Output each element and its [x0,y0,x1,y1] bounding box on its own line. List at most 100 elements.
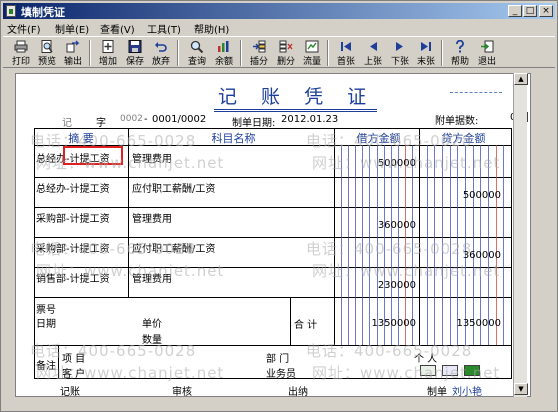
query-button[interactable]: 查询 [185,38,209,67]
money-digit-line [369,145,371,345]
window-title: 填制凭证 [21,6,65,19]
undo-icon [155,42,167,52]
card-icon[interactable] [442,365,458,376]
minimize-button[interactable]: _ [508,5,522,17]
print-label: 打印 [11,57,30,67]
credit-cell[interactable]: 360000 [421,250,501,261]
voucher-heading: 记 账 凭 证 [214,82,378,112]
summary-cell[interactable]: 采购部-计提工资 [36,240,110,255]
bookkeeping-label: 记账 [60,387,80,398]
menu-help[interactable]: 帮助(H) [194,21,229,36]
subject-cell[interactable]: 管理费用 [132,270,172,285]
credit-cell[interactable]: 500000 [421,190,501,201]
prepared-label: 制单 [427,387,447,398]
toolbar-separator [177,40,179,66]
menu-bar: 文件(F) 制单(E) 查看(V) 工具(T) 帮助(H) [3,20,555,36]
debit-cell[interactable]: 230000 [336,280,416,291]
cashflow-button[interactable]: 流量 [300,38,324,67]
individual-label: 个 人 [414,354,438,365]
voucher-number[interactable]: 0001/0002 [152,114,206,125]
menu-voucher[interactable]: 制单(E) [55,21,89,36]
export-label: 输出 [63,57,82,67]
next-voucher-button[interactable]: 下张 [388,38,412,67]
col-divider [419,128,420,345]
voucher-type[interactable]: 记 [62,114,72,129]
reference-icon[interactable] [420,365,436,376]
subject-cell[interactable]: 管理费用 [132,150,172,165]
money-digit-line [449,145,451,345]
salesperson-label: 业务员 [266,369,296,380]
ticket-no-label: 票号 [36,305,56,316]
vertical-scrollbar[interactable]: ▲ ▼ [513,73,528,397]
table-border [34,128,35,379]
project-label: 项 目 [62,354,86,365]
export-icon [66,40,80,53]
summary-cell[interactable]: 采购部-计提工资 [36,210,110,225]
menu-file[interactable]: 文件(F) [7,21,41,36]
prev-voucher-label: 上张 [363,57,382,67]
money-digit-line [390,145,392,345]
scroll-up-button[interactable]: ▲ [514,73,528,85]
last-icon [421,42,431,51]
subject-cell[interactable]: 应付职工薪酬/工资 [132,240,215,255]
unit-price-label: 单价 [142,319,162,330]
attach-label: 附单据数: [435,116,479,127]
last-voucher-button[interactable]: 末张 [414,38,438,67]
ticket-date-label: 日期 [36,319,56,330]
preview-button[interactable]: 预览 [35,38,59,67]
save-button[interactable]: 保存 [123,38,147,67]
money-digit-line [362,145,364,345]
search-icon [190,40,204,53]
col-divider [290,297,291,345]
balance-chart-icon [218,41,229,52]
row-divider [34,267,512,268]
balance-button[interactable]: 余额 [212,38,236,67]
insert-entry-button[interactable]: 插分 [247,38,271,67]
money-digit-line [383,145,385,345]
app-icon [6,5,16,17]
total-label: 合 计 [294,320,318,331]
money-digit-line [457,145,459,345]
money-digit-line [426,145,428,345]
help-button[interactable]: 帮助 [448,38,472,67]
prev-voucher-button[interactable]: 上张 [361,38,385,67]
col-divider [128,128,129,297]
voucher-window: 填制凭证 _ □ × 文件(F) 制单(E) 查看(V) 工具(T) 帮助(H)… [0,0,558,412]
col-divider [334,128,335,345]
maximize-button[interactable]: □ [523,5,537,17]
summary-cell[interactable]: 总经办-计提工资 [36,180,110,195]
cashflow-icon [305,40,319,53]
menu-view[interactable]: 查看(V) [100,21,135,36]
money-digit-line [488,145,489,345]
debit-cell[interactable]: 360000 [336,220,416,231]
help-label: 帮助 [450,57,469,67]
cancel-label: 放弃 [151,57,170,67]
first-voucher-button[interactable]: 首张 [334,38,358,67]
subject-cell[interactable]: 应付职工薪酬/工资 [132,180,215,195]
money-digit-line [348,145,350,345]
delete-entry-button[interactable]: 删分 [274,38,298,67]
scroll-down-button[interactable]: ▼ [514,383,528,395]
add-button[interactable]: 增加 [96,38,120,67]
debit-total: 1350000 [371,318,416,329]
green-card-icon[interactable] [464,365,480,376]
watermark: 电话：400-665-0028 [306,342,473,360]
debit-cell[interactable]: 500000 [336,158,416,169]
exit-button[interactable]: 退出 [475,38,499,67]
cashier-label: 出纳 [288,387,308,398]
voucher-date[interactable]: 2012.01.23 [281,114,338,125]
summary-cell[interactable]: 销售部-计提工资 [36,270,110,285]
toolbar-separator [441,40,443,66]
print-button[interactable]: 打印 [9,38,33,67]
export-button[interactable]: 输出 [61,38,85,67]
department-label: 部 门 [266,354,290,365]
insert-entry-label: 插分 [249,57,268,67]
subject-cell[interactable]: 管理费用 [132,210,172,225]
money-digit-line [503,145,505,345]
preview-label: 预览 [37,57,56,67]
close-button[interactable]: × [539,5,553,17]
first-voucher-label: 首张 [336,57,355,67]
menu-tools[interactable]: 工具(T) [147,21,181,36]
cancel-button[interactable]: 放弃 [149,38,173,67]
credit-total: 1350000 [456,318,501,329]
